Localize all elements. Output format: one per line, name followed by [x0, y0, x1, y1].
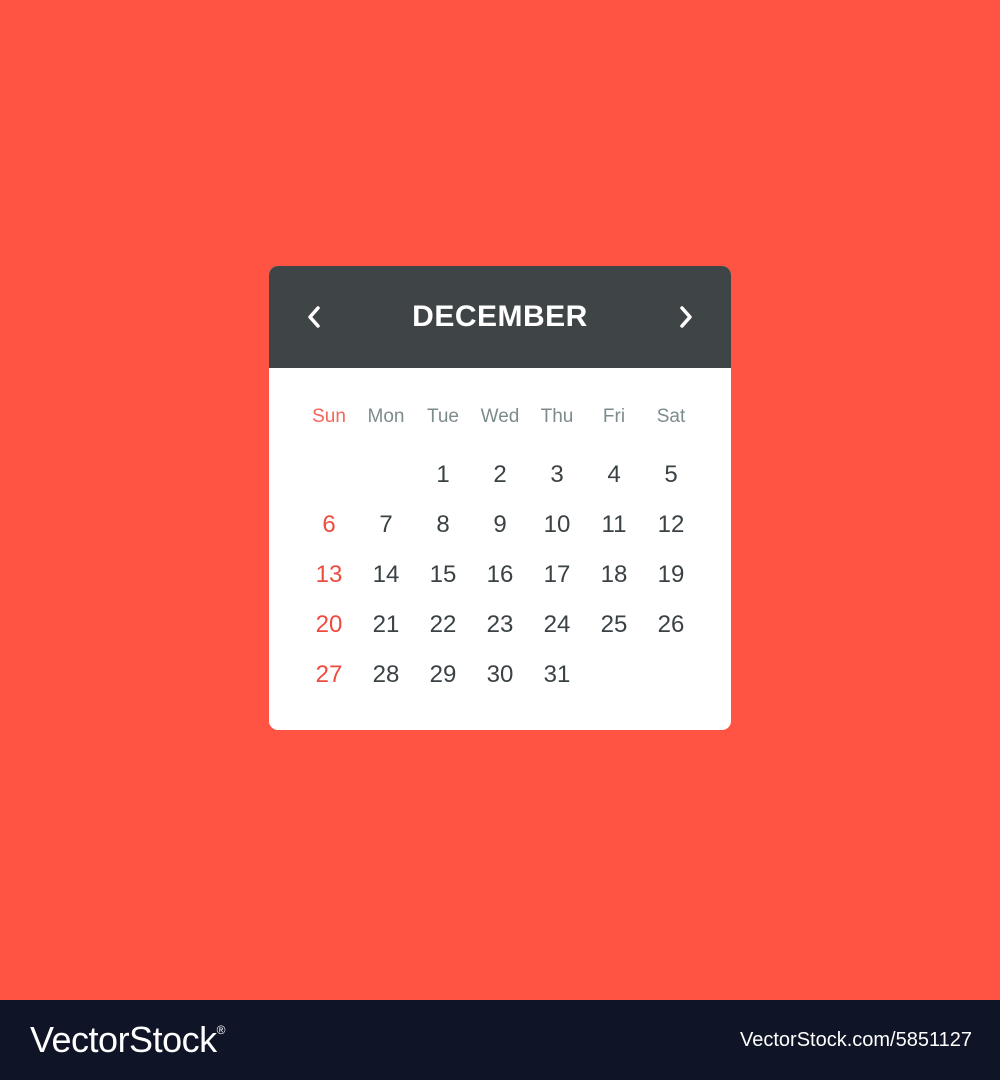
date-cell-10[interactable]: 10 — [529, 511, 586, 539]
background: DECEMBER Sun Mon Tue Wed Thu Fri Sat 123456789… — [0, 0, 1000, 1000]
date-cell-1[interactable]: 1 — [415, 461, 472, 489]
brand-logo: VectorStock® — [30, 1019, 225, 1060]
date-cell-13[interactable]: 13 — [301, 561, 358, 589]
date-cell-5[interactable]: 5 — [643, 461, 700, 489]
calendar-widget: DECEMBER Sun Mon Tue Wed Thu Fri Sat 123456789… — [269, 266, 731, 730]
calendar-header: DECEMBER — [269, 266, 731, 368]
date-cell-23[interactable]: 23 — [472, 611, 529, 639]
weekday-fri: Fri — [602, 406, 626, 427]
date-cell-20[interactable]: 20 — [301, 611, 358, 639]
chevron-right-icon — [680, 306, 692, 328]
weekday-sun: Sun — [312, 406, 346, 427]
month-title: DECEMBER — [412, 300, 588, 333]
date-cell-11[interactable]: 11 — [586, 511, 643, 539]
date-cell-27[interactable]: 27 — [301, 661, 358, 689]
date-cell-31[interactable]: 31 — [529, 661, 586, 689]
date-cell-4[interactable]: 4 — [586, 461, 643, 489]
date-cell-30[interactable]: 30 — [472, 661, 529, 689]
weekday-wed: Wed — [480, 406, 520, 427]
date-cell-3[interactable]: 3 — [529, 461, 586, 489]
chevron-left-icon — [308, 306, 320, 328]
date-cell-9[interactable]: 9 — [472, 511, 529, 539]
date-cell-21[interactable]: 21 — [358, 611, 415, 639]
date-cell-24[interactable]: 24 — [529, 611, 586, 639]
date-cell-22[interactable]: 22 — [415, 611, 472, 639]
stock-id: VectorStock.com/5851127 — [740, 1028, 972, 1051]
weekday-sat: Sat — [656, 406, 686, 427]
weekday-tue: Tue — [426, 406, 460, 427]
date-cell-15[interactable]: 15 — [415, 561, 472, 589]
date-cell-2[interactable]: 2 — [472, 461, 529, 489]
date-cell-16[interactable]: 16 — [472, 561, 529, 589]
date-cell-29[interactable]: 29 — [415, 661, 472, 689]
date-cell-17[interactable]: 17 — [529, 561, 586, 589]
date-cell-18[interactable]: 18 — [586, 561, 643, 589]
date-cell-6[interactable]: 6 — [301, 511, 358, 539]
weekday-thu: Thu — [540, 406, 574, 427]
date-cell-7[interactable]: 7 — [358, 511, 415, 539]
next-month-button[interactable] — [675, 297, 697, 337]
date-cell-25[interactable]: 25 — [586, 611, 643, 639]
watermark-bar: VectorStock® VectorStock.com/5851127 — [0, 1000, 1000, 1080]
date-cell-12[interactable]: 12 — [643, 511, 700, 539]
date-cell-19[interactable]: 19 — [643, 561, 700, 589]
date-cell-14[interactable]: 14 — [358, 561, 415, 589]
weekday-mon: Mon — [367, 406, 405, 427]
date-cell-28[interactable]: 28 — [358, 661, 415, 689]
date-cell-8[interactable]: 8 — [415, 511, 472, 539]
prev-month-button[interactable] — [303, 297, 325, 337]
date-cell-26[interactable]: 26 — [643, 611, 700, 639]
